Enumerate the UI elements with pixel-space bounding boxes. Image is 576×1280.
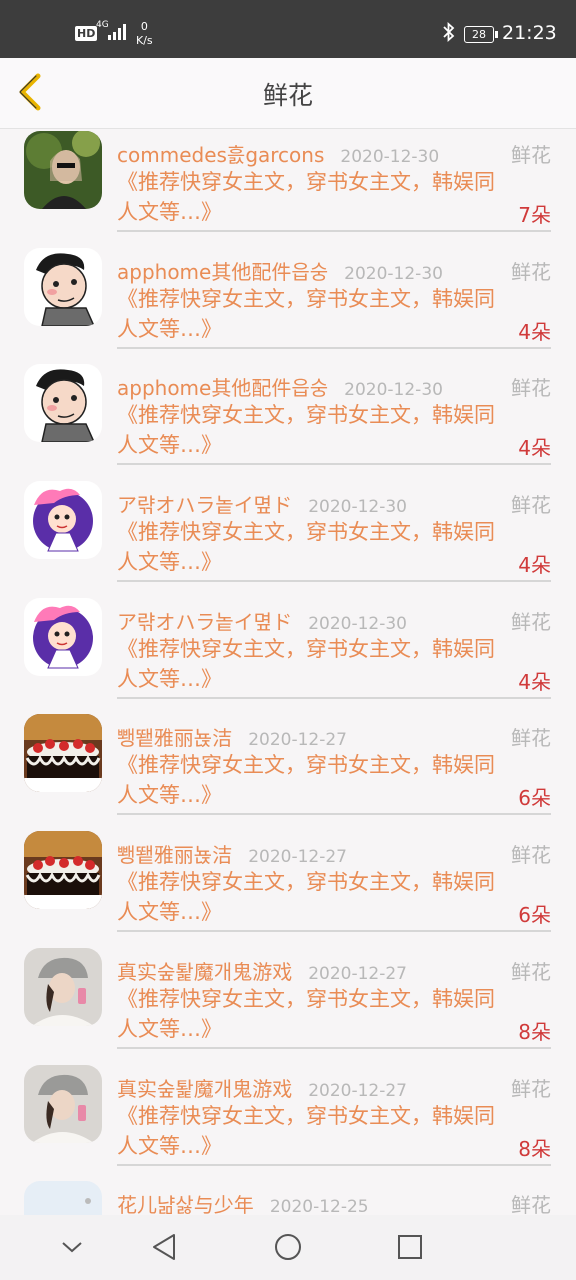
gift-type: 鲜花 xyxy=(511,959,551,984)
divider xyxy=(117,230,551,232)
gift-date: 2020-12-30 xyxy=(308,497,407,518)
user-name: ア랶オハラ놑イ몊ド 2020-12-30 xyxy=(117,609,407,634)
list-item[interactable]: 真实숲퇉魔개鬼游戏 2020-12-27 鲜花 《推荐快穿女主文，穿书女主文，韩娱… xyxy=(0,946,576,1063)
divider xyxy=(117,463,551,466)
gift-type: 鲜花 xyxy=(511,1076,551,1101)
flower-list: commedes흜garcons 2020-12-30 鲜花 《推荐快穿女主文，穿… xyxy=(0,129,576,1215)
flower-count: 6朵 xyxy=(518,903,551,928)
gift-date: 2020-12-30 xyxy=(344,263,443,284)
flower-count: 4朵 xyxy=(518,553,551,578)
speed-value: 0 xyxy=(140,20,148,33)
book-title: 《推荐快穿女主文，穿书女主文，韩娱同人文等…》 xyxy=(117,403,495,458)
gift-date: 2020-12-27 xyxy=(308,1080,407,1101)
flower-count: 8朵 xyxy=(518,1136,551,1161)
user-name: apphome其他配件읍숭 2020-12-30 xyxy=(117,259,443,284)
user-name: commedes흜garcons 2020-12-30 xyxy=(117,143,440,167)
recent-apps-square-icon[interactable] xyxy=(390,1229,430,1265)
list-item[interactable]: 花儿냚삻与少年 2020-12-25 鲜花 xyxy=(0,1179,576,1215)
gift-date: 2020-12-25 xyxy=(269,1197,369,1215)
clock: 21:23 xyxy=(502,22,557,44)
gift-type: 鲜花 xyxy=(511,143,551,167)
avatar[interactable] xyxy=(24,247,102,326)
gift-type: 鲜花 xyxy=(511,1193,551,1215)
status-bar: HD 4G 0 K/s 28 21:23 xyxy=(0,0,576,58)
book-title: 《推荐快穿女主文，穿书女主文，韩娱同人文等…》 xyxy=(117,1103,495,1158)
avatar[interactable] xyxy=(24,714,102,793)
back-triangle-icon[interactable] xyxy=(145,1229,185,1265)
network-type: 4G xyxy=(96,20,109,30)
flower-count: 4朵 xyxy=(518,436,551,461)
signal-bars-icon xyxy=(108,24,126,40)
gift-type: 鲜花 xyxy=(511,259,551,284)
user-name: apphome其他配件읍숭 2020-12-30 xyxy=(117,376,443,401)
hd-indicator: HD xyxy=(75,26,98,41)
speed-unit: K/s xyxy=(136,34,153,47)
user-name: 花儿냚삻与少年 2020-12-25 xyxy=(117,1189,369,1215)
avatar[interactable] xyxy=(24,1181,102,1215)
gift-date: 2020-12-27 xyxy=(248,847,347,868)
header: 鲜花 xyxy=(0,58,576,129)
list-item[interactable]: ア랶オハラ놑イ몊ド 2020-12-30 鲜花 《推荐快穿女主文，穿书女主文，韩娱… xyxy=(0,479,576,596)
flower-count: 8朵 xyxy=(518,1019,551,1044)
avatar[interactable] xyxy=(24,481,102,560)
gift-type: 鲜花 xyxy=(511,376,551,401)
divider xyxy=(117,580,551,583)
bluetooth-icon xyxy=(443,22,455,42)
user-name: 真实숲퇉魔개鬼游戏 2020-12-27 xyxy=(117,1076,407,1101)
avatar[interactable] xyxy=(24,1064,102,1143)
book-title: 《推荐快穿女主文，穿书女主文，韩娱同人文等…》 xyxy=(117,520,495,575)
divider xyxy=(117,1163,551,1166)
avatar[interactable] xyxy=(24,131,102,209)
flower-count: 6朵 xyxy=(518,786,551,811)
user-name: 뾍뙡雅丽뇭洁 2020-12-27 xyxy=(117,726,347,751)
list-item[interactable]: ア랶オハラ놑イ몊ド 2020-12-30 鲜花 《推荐快穿女主文，穿书女主文，韩娱… xyxy=(0,596,576,713)
gift-date: 2020-12-30 xyxy=(308,613,407,634)
gift-date: 2020-12-27 xyxy=(308,963,407,984)
divider xyxy=(117,696,551,699)
flower-count: 7朵 xyxy=(518,203,551,227)
list-item[interactable]: 真实숲퇉魔개鬼游戏 2020-12-27 鲜花 《推荐快穿女主文，穿书女主文，韩娱… xyxy=(0,1063,576,1180)
gift-type: 鲜花 xyxy=(511,493,551,518)
gift-date: 2020-12-27 xyxy=(248,730,347,751)
book-title: 《推荐快穿女主文，穿书女主文，韩娱同人文等…》 xyxy=(117,636,495,691)
battery-icon: 28 xyxy=(464,26,498,43)
divider xyxy=(117,930,551,933)
gift-type: 鲜花 xyxy=(511,843,551,868)
system-nav-bar xyxy=(0,1215,576,1280)
list-item[interactable]: apphome其他配件읍숭 2020-12-30 鲜花 《推荐快穿女主文，穿书女主… xyxy=(0,362,576,479)
gift-type: 鲜花 xyxy=(511,726,551,751)
book-title: 《推荐快穿女主文，穿书女主文，韩娱同人文等…》 xyxy=(117,753,495,808)
gift-type: 鲜花 xyxy=(511,609,551,634)
divider xyxy=(117,346,551,349)
page-title: 鲜花 xyxy=(262,81,313,110)
chevron-down-icon[interactable] xyxy=(52,1229,92,1265)
book-title: 《推荐快穿女主文，穿书女主文，韩娱同人文等…》 xyxy=(117,286,495,341)
user-name: ア랶オハラ놑イ몊ド 2020-12-30 xyxy=(117,493,407,518)
gift-date: 2020-12-30 xyxy=(340,147,440,167)
user-name: 真实숲퇉魔개鬼游戏 2020-12-27 xyxy=(117,959,407,984)
avatar[interactable] xyxy=(24,947,102,1026)
book-title: 《推荐快穿女主文，穿书女主文，韩娱同人文等…》 xyxy=(117,870,495,925)
gift-date: 2020-12-30 xyxy=(344,380,443,401)
book-title: 《推荐快穿女主文，穿书女主文，韩娱同人文等…》 xyxy=(117,170,495,224)
list-item[interactable]: apphome其他配件읍숭 2020-12-30 鲜花 《推荐快穿女主文，穿书女主… xyxy=(0,246,576,363)
home-circle-icon[interactable] xyxy=(268,1229,308,1265)
network-speed: 0 K/s xyxy=(136,20,153,48)
list-item[interactable]: commedes흜garcons 2020-12-30 鲜花 《推荐快穿女主文，穿… xyxy=(0,129,576,246)
avatar[interactable] xyxy=(24,831,102,910)
book-title: 《推荐快穿女主文，穿书女主文，韩娱同人文等…》 xyxy=(117,986,495,1041)
avatar[interactable] xyxy=(24,597,102,676)
divider xyxy=(117,1046,551,1049)
list-item[interactable]: 뾍뙡雅丽뇭洁 2020-12-27 鲜花 《推荐快穿女主文，穿书女主文，韩娱同人文… xyxy=(0,712,576,829)
list-item[interactable]: 뾍뙡雅丽뇭洁 2020-12-27 鲜花 《推荐快穿女主文，穿书女主文，韩娱同人文… xyxy=(0,829,576,946)
divider xyxy=(117,813,551,816)
avatar[interactable] xyxy=(24,364,102,443)
flower-count: 4朵 xyxy=(518,319,551,344)
flower-count: 4朵 xyxy=(518,669,551,694)
user-name: 뾍뙡雅丽뇭洁 2020-12-27 xyxy=(117,843,347,868)
